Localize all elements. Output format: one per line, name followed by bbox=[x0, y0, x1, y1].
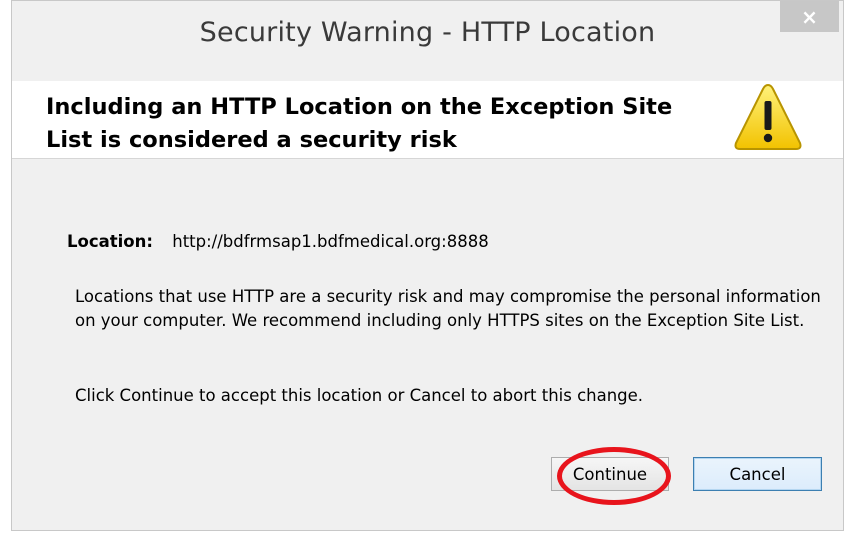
dialog-body: Location: http://bdfrmsap1.bdfmedical.or… bbox=[12, 159, 843, 530]
title-bar: Security Warning - HTTP Location × bbox=[12, 1, 843, 81]
dialog-title: Security Warning - HTTP Location bbox=[199, 17, 656, 48]
risk-description: Locations that use HTTP are a security r… bbox=[75, 287, 821, 330]
page: Security Warning - HTTP Location × Inclu… bbox=[0, 0, 844, 539]
location-row: Location: http://bdfrmsap1.bdfmedical.or… bbox=[67, 232, 489, 251]
warning-message: Including an HTTP Location on the Except… bbox=[46, 94, 673, 153]
location-label: Location: bbox=[67, 232, 153, 251]
continue-button[interactable]: Continue bbox=[551, 457, 669, 491]
location-value: http://bdfrmsap1.bdfmedical.org:8888 bbox=[172, 232, 489, 251]
cancel-button[interactable]: Cancel bbox=[693, 457, 822, 491]
close-icon: × bbox=[801, 4, 818, 29]
warning-header: Including an HTTP Location on the Except… bbox=[12, 81, 843, 159]
security-warning-dialog: Security Warning - HTTP Location × Inclu… bbox=[11, 0, 844, 531]
instruction-text: Click Continue to accept this location o… bbox=[75, 386, 644, 405]
warning-triangle-icon bbox=[734, 83, 802, 150]
close-button[interactable]: × bbox=[780, 1, 839, 32]
